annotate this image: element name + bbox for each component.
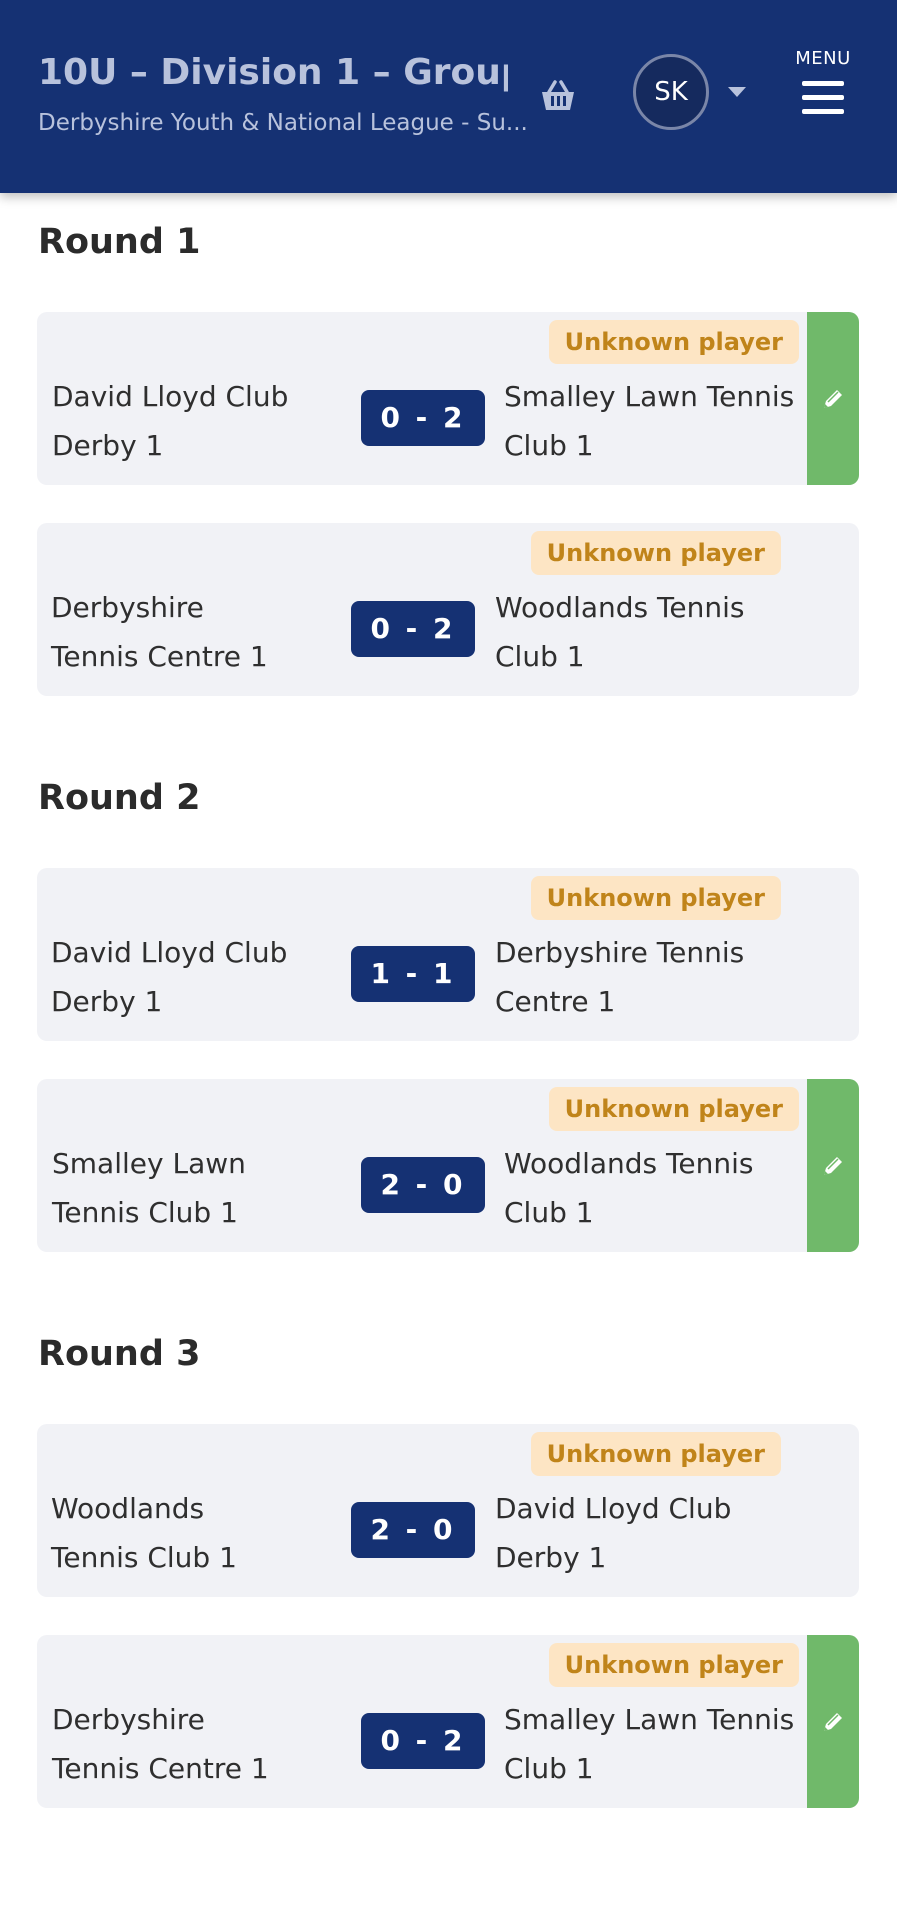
app-header: 10U – Division 1 – Group 1 Derbyshire Yo… <box>0 0 897 193</box>
edit-button[interactable] <box>807 312 859 485</box>
page-title: 10U – Division 1 – Group 1 <box>38 52 508 93</box>
away-team-name: David Lloyd Club Derby 1 <box>495 1492 732 1574</box>
away-team-name: Smalley Lawn Tennis Club 1 <box>504 1703 795 1785</box>
away-team-name: Smalley Lawn Tennis Club 1 <box>504 380 795 462</box>
match-score[interactable]: 1 - 1 <box>351 946 475 1002</box>
match-score[interactable]: 2 - 0 <box>351 1502 475 1558</box>
round-title: Round 3 <box>38 1334 201 1374</box>
pencil-icon <box>824 390 842 408</box>
pencil-icon <box>824 1713 842 1731</box>
match-score[interactable]: 0 - 2 <box>351 601 475 657</box>
match-score[interactable]: 2 - 0 <box>361 1157 485 1213</box>
match-card[interactable]: Unknown player Derbyshire Tennis Centre 1… <box>37 523 859 696</box>
user-menu[interactable]: SK <box>633 52 753 132</box>
home-team-name: David Lloyd Club Derby 1 <box>52 380 289 462</box>
status-badge: Unknown player <box>530 1432 781 1476</box>
page-subtitle: Derbyshire Youth & National League - Su.… <box>38 110 528 136</box>
basket-icon[interactable] <box>538 78 578 114</box>
menu-label: MENU <box>795 48 851 69</box>
match-score[interactable]: 0 - 2 <box>361 1713 485 1769</box>
away-team-name: Woodlands Tennis Club 1 <box>504 1147 754 1229</box>
round-title: Round 2 <box>38 778 201 818</box>
match-card[interactable]: Unknown player David Lloyd Club Derby 1 1 … <box>37 868 859 1041</box>
away-team-name: Derbyshire Tennis Centre 1 <box>495 936 745 1018</box>
edit-button[interactable] <box>807 1635 859 1808</box>
chevron-down-icon[interactable] <box>728 87 746 97</box>
match-score[interactable]: 0 - 2 <box>361 390 485 446</box>
home-team-name: Smalley Lawn Tennis Club 1 <box>52 1147 246 1229</box>
status-badge: Unknown player <box>548 320 799 364</box>
home-team-name: Woodlands Tennis Club 1 <box>51 1492 237 1574</box>
status-badge: Unknown player <box>530 876 781 920</box>
menu-button[interactable]: MENU <box>785 48 861 138</box>
hamburger-icon[interactable] <box>802 81 844 114</box>
match-card[interactable]: Unknown player Woodlands Tennis Club 1 2 -… <box>37 1424 859 1597</box>
status-badge: Unknown player <box>530 531 781 575</box>
status-badge: Unknown player <box>548 1087 799 1131</box>
round-title: Round 1 <box>38 222 201 262</box>
home-team-name: Derbyshire Tennis Centre 1 <box>51 591 268 673</box>
home-team-name: Derbyshire Tennis Centre 1 <box>52 1703 269 1785</box>
match-card[interactable]: Unknown player Derbyshire Tennis Centre 1… <box>37 1635 859 1808</box>
home-team-name: David Lloyd Club Derby 1 <box>51 936 288 1018</box>
pencil-icon <box>824 1157 842 1175</box>
away-team-name: Woodlands Tennis Club 1 <box>495 591 745 673</box>
status-badge: Unknown player <box>548 1643 799 1687</box>
match-card[interactable]: Unknown player David Lloyd Club Derby 1 0 … <box>37 312 859 485</box>
match-card[interactable]: Unknown player Smalley Lawn Tennis Club 1… <box>37 1079 859 1252</box>
edit-button[interactable] <box>807 1079 859 1252</box>
avatar[interactable]: SK <box>633 54 709 130</box>
